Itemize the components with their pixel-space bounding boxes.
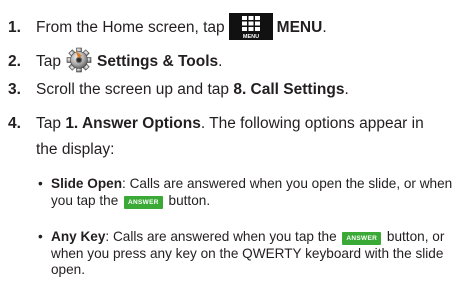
option-any-key: • Any Key: Calls are answered when you ta… — [38, 229, 458, 279]
step-bold: Settings & Tools — [97, 53, 219, 70]
answer-button-icon: ANSWER — [342, 232, 382, 245]
step-4-continuation: the display: — [36, 141, 115, 158]
step-number: 1. — [8, 19, 21, 36]
option-text: open. — [51, 262, 86, 277]
step-text: From the Home screen, tap — [36, 19, 225, 36]
option-text: : Calls are answered when you open the s… — [122, 176, 453, 191]
option-slide-open: • Slide Open: Calls are answered when you… — [38, 176, 458, 209]
step-text: Tap — [36, 115, 66, 132]
step-number: 2. — [8, 53, 21, 70]
option-text: button, or — [386, 229, 445, 244]
option-text: you tap the — [51, 192, 119, 208]
bullet-dot: • — [38, 229, 43, 244]
option-title: Any Key — [51, 229, 106, 244]
step-bold: MENU — [276, 19, 323, 36]
step-2: 2. Tap Settings & Tools. — [8, 47, 222, 73]
option-text: button. — [168, 192, 211, 208]
answer-button-icon: ANSWER — [124, 195, 163, 209]
step-number: 4. — [8, 115, 21, 132]
instruction-document: 1. From the Home screen, tap MENU MENU. 2… — [0, 0, 471, 296]
step-punct: . — [218, 53, 223, 70]
step-bold: 8. Call Settings — [233, 81, 345, 98]
bullet-dot: • — [38, 176, 43, 191]
menu-grid-icon: MENU — [228, 13, 273, 40]
step-text: Tap — [36, 53, 61, 70]
step-3: 3. Scroll the screen up and tap 8. Call S… — [8, 80, 349, 99]
menu-icon-label: MENU — [243, 34, 259, 40]
step-number: 3. — [8, 81, 21, 98]
settings-gear-icon — [65, 47, 93, 73]
option-text: : Calls are answered when you tap the — [105, 229, 337, 244]
step-text-after: . The following options appear in — [200, 115, 424, 132]
step-punct: . — [322, 19, 327, 36]
step-4: 4. Tap 1. Answer Options. The following o… — [8, 114, 424, 133]
option-text: when you press any key on the QWERTY key… — [51, 245, 444, 261]
option-title: Slide Open — [51, 176, 123, 191]
step-bold: 1. Answer Options — [65, 115, 201, 132]
step-punct: . — [344, 81, 349, 98]
step-1: 1. From the Home screen, tap MENU MENU. — [8, 13, 327, 40]
step-text: Scroll the screen up and tap — [36, 81, 234, 98]
